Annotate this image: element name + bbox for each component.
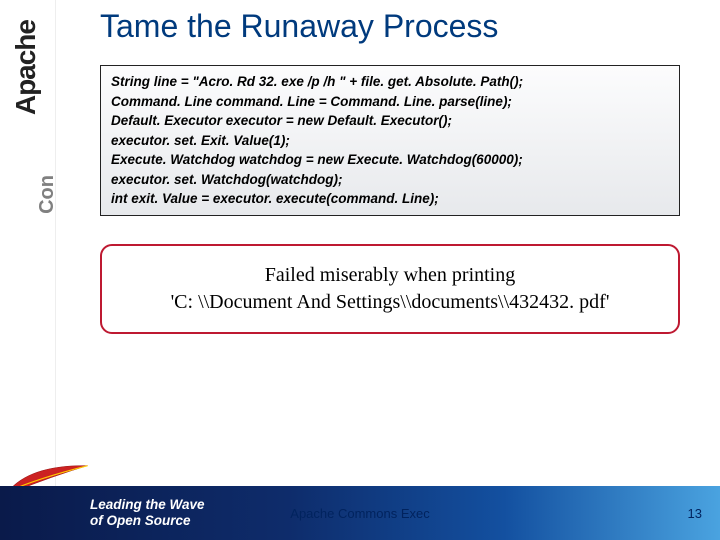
- callout-container: Failed miserably when printing 'C: \\Doc…: [100, 244, 680, 334]
- page-number: 13: [688, 506, 702, 521]
- sidebar-brand: Apache Con: [0, 0, 56, 540]
- slide-title: Tame the Runaway Process: [100, 8, 700, 45]
- footer-bar: Leading the Wave of Open Source Apache C…: [0, 486, 720, 540]
- callout-box: Failed miserably when printing 'C: \\Doc…: [100, 244, 680, 334]
- callout-text-line: 'C: \\Document And Settings\\documents\\…: [114, 289, 666, 316]
- code-line: Execute. Watchdog watchdog = new Execute…: [111, 150, 669, 170]
- footer-center-label: Apache Commons Exec: [290, 506, 429, 521]
- tagline-line: of Open Source: [90, 513, 205, 529]
- tagline-line: Leading the Wave: [90, 497, 205, 513]
- code-line: int exit. Value = executor. execute(comm…: [111, 189, 669, 209]
- footer-tagline: Leading the Wave of Open Source: [90, 497, 205, 529]
- code-line: executor. set. Exit. Value(1);: [111, 131, 669, 151]
- callout-text-line: Failed miserably when printing: [114, 262, 666, 289]
- code-line: Default. Executor executor = new Default…: [111, 111, 669, 131]
- code-line: Command. Line command. Line = Command. L…: [111, 92, 669, 112]
- brand-main-text: Apache: [10, 20, 42, 115]
- code-line: String line = "Acro. Rd 32. exe /p /h " …: [111, 72, 669, 92]
- code-line: executor. set. Watchdog(watchdog);: [111, 170, 669, 190]
- code-panel: String line = "Acro. Rd 32. exe /p /h " …: [100, 65, 680, 216]
- slide-content: Tame the Runaway Process String line = "…: [56, 0, 720, 486]
